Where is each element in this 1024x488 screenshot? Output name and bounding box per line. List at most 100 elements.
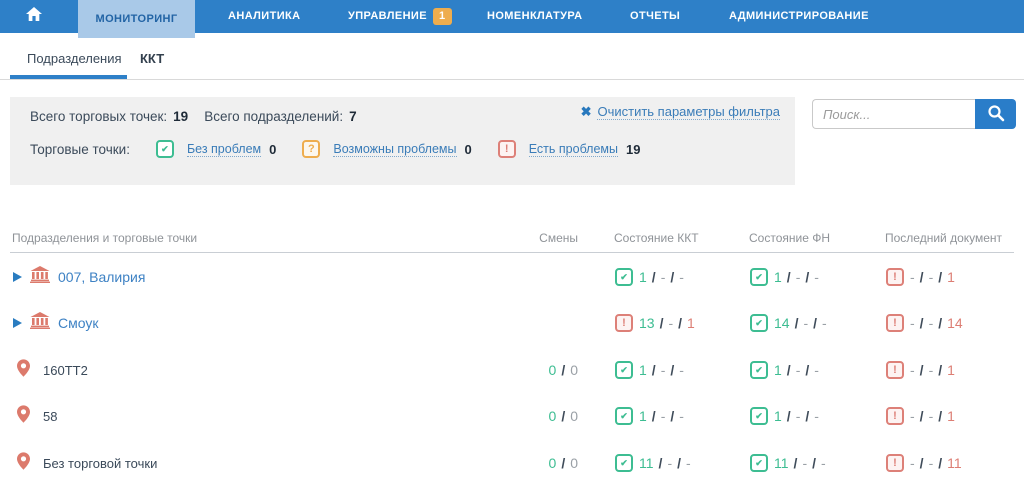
- shifts-values: 0/0: [548, 362, 578, 378]
- column-header-name: Подразделения и торговые точки: [12, 231, 198, 245]
- kkt-state-cell: 1/-/-: [615, 347, 684, 393]
- kkt-state-values: 11/- / -: [639, 455, 691, 471]
- division-link[interactable]: 007, Валирия: [58, 269, 145, 285]
- last-document-values: - / -/14: [910, 315, 963, 331]
- nav-item-reports[interactable]: ОТЧЕТЫ: [630, 0, 680, 33]
- trade-point-name-cell: Без торговой точки: [13, 440, 157, 486]
- last-document-cell: -/-/1: [886, 254, 955, 300]
- check-icon: [155, 140, 174, 158]
- points-label: Торговые точки:: [30, 141, 130, 157]
- bank-icon: [30, 266, 50, 288]
- status-icon: [886, 407, 904, 425]
- division-name-cell: Смоук: [13, 300, 99, 346]
- status-icon: [750, 454, 768, 472]
- shifts-cell: 0/0: [500, 347, 578, 393]
- kkt-state-values: 1/- / -: [639, 362, 684, 378]
- last-document-values: - / -/11: [910, 455, 962, 471]
- tab-subdivisions[interactable]: Подразделения: [27, 51, 122, 66]
- status-icon: [615, 314, 633, 332]
- trade-point-name-cell: 160ТТ2: [13, 347, 88, 393]
- shifts-values: 0/0: [548, 408, 578, 424]
- home-button[interactable]: [26, 0, 42, 33]
- division-name-cell: 007, Валирия: [13, 254, 145, 300]
- kkt-state-values: 1/- / -: [639, 408, 684, 424]
- home-icon: [26, 7, 42, 26]
- fn-state-values: 14/- / -: [774, 315, 827, 331]
- expand-arrow-icon[interactable]: [13, 318, 22, 328]
- trade-point-name: Без торговой точки: [43, 455, 158, 471]
- nav-item-monitoring[interactable]: МОНИТОРИНГ: [78, 0, 195, 38]
- nav-item-label: УПРАВЛЕНИЕ: [348, 10, 427, 22]
- fn-state-cell: 1/-/-: [750, 254, 819, 300]
- clear-filter-button[interactable]: ✖ Очистить параметры фильтра: [581, 104, 780, 120]
- totals-line: Всего торговых точек: 19 Всего подраздел…: [30, 109, 357, 124]
- search-button[interactable]: [975, 99, 1016, 129]
- status-icon: [886, 314, 904, 332]
- expand-arrow-icon[interactable]: [13, 272, 22, 282]
- table-row: Смоук 13/-/1 14/-/- -/-/14: [0, 300, 1024, 346]
- total-divisions-label: Всего подразделений:: [204, 109, 344, 124]
- notification-badge: 1: [432, 8, 452, 25]
- column-header-shifts: Смены: [539, 231, 578, 245]
- filter-link-possible-problems[interactable]: Возможны проблемы: [333, 142, 457, 157]
- trade-point-name-cell: 58: [13, 393, 57, 439]
- status-icon: [750, 407, 768, 425]
- last-document-values: - / -/1: [910, 408, 955, 424]
- status-icon: [750, 314, 768, 332]
- filter-link-has-problems[interactable]: Есть проблемы: [528, 142, 618, 157]
- kkt-state-cell: 13/-/1: [615, 300, 695, 346]
- search-icon: [987, 104, 1005, 125]
- filter-status-possible: Возможны проблемы 0: [302, 140, 472, 158]
- nav-item-nomenclature[interactable]: НОМЕНКЛАТУРА: [487, 0, 582, 33]
- status-icon: [615, 407, 633, 425]
- points-status-row: Торговые точки: Без проблем 0 Возможны п…: [30, 140, 640, 158]
- last-document-values: - / -/1: [910, 362, 955, 378]
- trade-point-name: 160ТТ2: [43, 362, 88, 378]
- table-row: 007, Валирия 1/-/- 1/-/- -/-/1: [0, 254, 1024, 300]
- status-icon: [750, 361, 768, 379]
- division-link[interactable]: Смоук: [58, 315, 99, 331]
- total-divisions-value: 7: [349, 109, 357, 124]
- shifts-values: 0/0: [548, 455, 578, 471]
- shifts-cell: 0/0: [500, 393, 578, 439]
- last-document-cell: -/-/14: [886, 300, 963, 346]
- status-icon: [886, 361, 904, 379]
- kkt-state-cell: 11/-/-: [615, 440, 691, 486]
- kkt-state-cell: 1/-/-: [615, 393, 684, 439]
- last-document-cell: -/-/1: [886, 347, 955, 393]
- fn-state-values: 1/- / -: [774, 362, 819, 378]
- filter-value-has-problems: 19: [626, 141, 641, 157]
- nav-item-management[interactable]: УПРАВЛЕНИЕ 1: [348, 0, 452, 33]
- fn-state-values: 1/- / -: [774, 408, 819, 424]
- top-navbar: МОНИТОРИНГ АНАЛИТИКА УПРАВЛЕНИЕ 1 НОМЕНК…: [0, 0, 1024, 38]
- bank-icon: [30, 312, 50, 334]
- question-icon: [302, 140, 321, 158]
- fn-state-cell: 1/-/-: [750, 347, 819, 393]
- kkt-state-cell: 1/-/-: [615, 254, 684, 300]
- status-icon: [615, 454, 633, 472]
- filter-value-no-problems: 0: [269, 141, 277, 157]
- app-screen: МОНИТОРИНГ АНАЛИТИКА УПРАВЛЕНИЕ 1 НОМЕНК…: [0, 0, 1024, 488]
- fn-state-cell: 1/-/-: [750, 393, 819, 439]
- search-input[interactable]: [812, 99, 975, 129]
- status-icon: [615, 361, 633, 379]
- table-header-divider: [10, 252, 1014, 253]
- kkt-state-values: 13/-/1: [639, 315, 695, 331]
- nav-item-analytics[interactable]: АНАЛИТИКА: [228, 0, 300, 33]
- filter-link-no-problems[interactable]: Без проблем: [186, 142, 262, 157]
- search-box: [812, 99, 1016, 129]
- column-header-last-document: Последний документ: [885, 231, 1003, 245]
- fn-state-values: 1/- / -: [774, 269, 819, 285]
- table-row: 160ТТ2 0/0 1/-/- 1/-/- -/-/1: [0, 347, 1024, 393]
- total-points-value: 19: [173, 109, 189, 124]
- fn-state-cell: 11/-/-: [750, 440, 826, 486]
- last-document-cell: -/-/11: [886, 440, 962, 486]
- nav-item-administration[interactable]: АДМИНИСТРИРОВАНИЕ: [729, 0, 869, 33]
- tab-kkt[interactable]: ККТ: [140, 51, 164, 66]
- close-icon: ✖: [580, 104, 592, 119]
- table-row: 58 0/0 1/-/- 1/-/- -/-/1: [0, 393, 1024, 439]
- shifts-cell: 0/0: [500, 440, 578, 486]
- column-header-kkt-state: Состояние ККТ: [614, 231, 699, 245]
- status-icon: [886, 454, 904, 472]
- location-pin-icon: [17, 404, 30, 428]
